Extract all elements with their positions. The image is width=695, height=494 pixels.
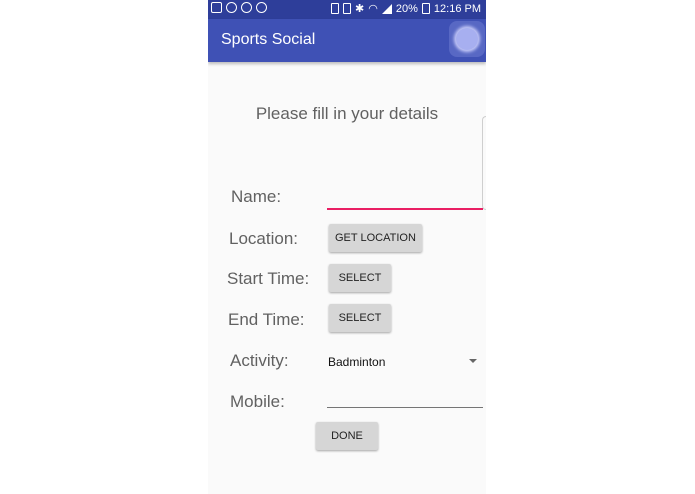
system-icons: ✱ ◠ 20% 12:16 PM: [331, 2, 481, 15]
wifi-hotspot-icon: [256, 2, 267, 13]
battery-percent: 20%: [395, 2, 418, 15]
mobile-label: Mobile:: [230, 392, 285, 411]
name-label: Name:: [231, 187, 282, 206]
activity-spinner[interactable]: Badminton: [328, 355, 385, 369]
location-icon: [343, 3, 352, 14]
mobile-input-underline: [327, 407, 483, 408]
start-time-label: Start Time:: [227, 269, 310, 288]
signal-icon: [381, 3, 392, 14]
sync-icon: [226, 2, 237, 13]
battery-icon: [421, 3, 430, 14]
done-button[interactable]: DONE: [316, 422, 378, 450]
sim-icon: [331, 3, 340, 14]
mobile-input[interactable]: [327, 386, 483, 407]
clock: 12:16 PM: [433, 2, 481, 15]
floating-bubble-icon[interactable]: [449, 21, 485, 57]
location-label: Location:: [229, 229, 298, 248]
whatsapp-icon: [241, 2, 252, 13]
phone-screen: ✱ ◠ 20% 12:16 PM Sports Social Please fi…: [208, 0, 486, 494]
gallery-icon: [211, 2, 222, 13]
status-bar: ✱ ◠ 20% 12:16 PM: [208, 0, 486, 19]
end-time-label: End Time:: [228, 310, 305, 329]
start-time-select-button[interactable]: SELECT: [329, 264, 391, 292]
name-input[interactable]: [327, 186, 483, 208]
app-title: Sports Social: [221, 31, 316, 48]
get-location-button[interactable]: GET LOCATION: [329, 224, 422, 252]
form-heading: Please fill in your details: [255, 104, 439, 123]
end-time-select-button[interactable]: SELECT: [329, 304, 391, 332]
wifi-icon: ◠: [368, 3, 378, 15]
activity-label: Activity:: [230, 351, 289, 370]
dropdown-arrow-icon[interactable]: [469, 359, 477, 363]
app-bar: Sports Social: [208, 19, 486, 62]
notification-icons: [211, 2, 267, 13]
name-input-underline: [327, 208, 483, 210]
bluetooth-icon: ✱: [355, 3, 365, 15]
